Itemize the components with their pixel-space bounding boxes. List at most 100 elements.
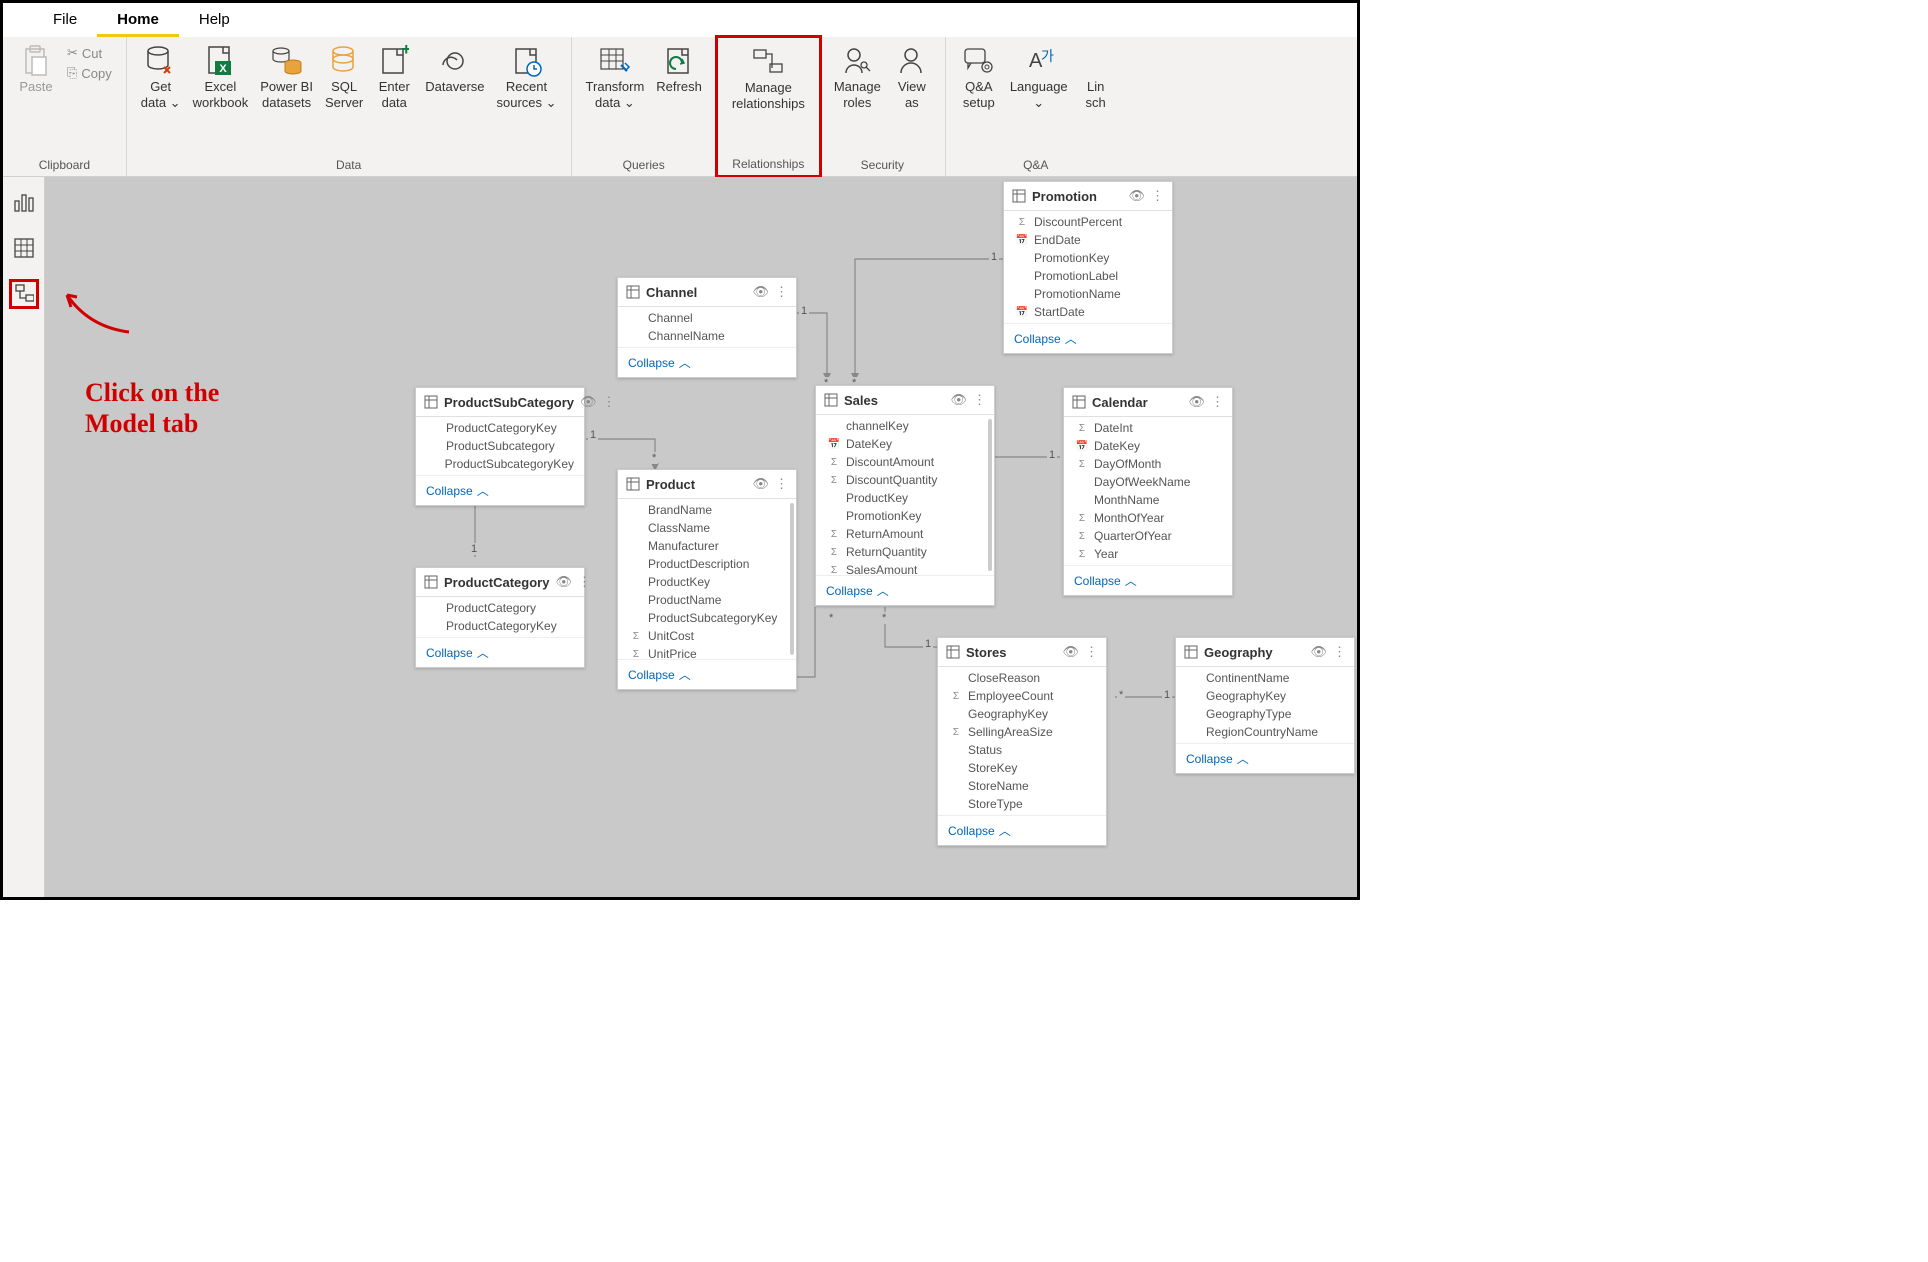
field-row[interactable]: ContinentName [1176, 669, 1354, 687]
view-as-button[interactable]: View as [887, 41, 937, 110]
sql-server-button[interactable]: SQL Server [319, 41, 369, 110]
manage-relationships-button[interactable]: Manage relationships [726, 42, 811, 111]
table-promotion[interactable]: Promotion👁⋮ΣDiscountPercent📅EndDatePromo… [1003, 181, 1173, 354]
cut-button[interactable]: ✂ Cut [67, 45, 112, 61]
visibility-icon[interactable]: 👁 [1062, 644, 1079, 660]
field-row[interactable]: StoreKey [938, 759, 1106, 777]
field-row[interactable]: ClassName [618, 519, 796, 537]
manage-roles-button[interactable]: Manage roles [828, 41, 887, 110]
field-row[interactable]: 📅StartDate [1004, 303, 1172, 321]
field-row[interactable]: ChannelName [618, 327, 796, 345]
more-icon[interactable]: ⋮ [1151, 188, 1164, 204]
qa-setup-button[interactable]: Q&A setup [954, 41, 1004, 110]
more-icon[interactable]: ⋮ [1211, 394, 1224, 410]
visibility-icon[interactable]: 👁 [950, 392, 967, 408]
collapse-button[interactable]: Collapse ︿ [816, 575, 994, 605]
field-row[interactable]: ΣYear [1064, 545, 1232, 563]
table-channel[interactable]: Channel👁⋮ChannelChannelNameCollapse ︿ [617, 277, 797, 378]
model-view-button[interactable] [9, 279, 39, 309]
field-row[interactable]: ProductCategoryKey [416, 617, 584, 635]
field-row[interactable]: StoreType [938, 795, 1106, 813]
more-icon[interactable]: ⋮ [603, 394, 616, 410]
field-row[interactable]: Status [938, 741, 1106, 759]
menu-file[interactable]: File [33, 7, 97, 37]
more-icon[interactable]: ⋮ [775, 476, 788, 492]
field-row[interactable]: GeographyType [1176, 705, 1354, 723]
visibility-icon[interactable]: 👁 [752, 476, 769, 492]
field-row[interactable]: PromotionName [1004, 285, 1172, 303]
visibility-icon[interactable]: 👁 [555, 574, 572, 590]
language-button[interactable]: A가 Language ⌄ [1004, 41, 1074, 110]
field-row[interactable]: ΣSellingAreaSize [938, 723, 1106, 741]
field-row[interactable]: ΣMonthOfYear [1064, 509, 1232, 527]
field-row[interactable]: ΣDateInt [1064, 419, 1232, 437]
field-row[interactable]: ΣDayOfMonth [1064, 455, 1232, 473]
field-row[interactable]: BrandName [618, 501, 796, 519]
more-icon[interactable]: ⋮ [578, 574, 591, 590]
more-icon[interactable]: ⋮ [775, 284, 788, 300]
dataverse-button[interactable]: Dataverse [419, 41, 490, 95]
more-icon[interactable]: ⋮ [973, 392, 986, 408]
collapse-button[interactable]: Collapse ︿ [1064, 565, 1232, 595]
field-row[interactable]: ProductDescription [618, 555, 796, 573]
field-row[interactable]: ProductSubcategoryKey [618, 609, 796, 627]
table-product[interactable]: Product👁⋮BrandNameClassNameManufacturerP… [617, 469, 797, 690]
field-row[interactable]: ΣDiscountPercent [1004, 213, 1172, 231]
field-row[interactable]: ProductKey [816, 489, 994, 507]
model-canvas[interactable]: Click on the Model tab 1 * [45, 177, 1357, 897]
visibility-icon[interactable]: 👁 [1188, 394, 1205, 410]
table-calendar[interactable]: Calendar👁⋮ΣDateInt📅DateKeyΣDayOfMonthDay… [1063, 387, 1233, 596]
field-row[interactable]: channelKey [816, 417, 994, 435]
menu-help[interactable]: Help [179, 7, 250, 37]
table-sales[interactable]: Sales👁⋮channelKey📅DateKeyΣDiscountAmount… [815, 385, 995, 606]
copy-button[interactable]: ⎘ Copy [67, 65, 112, 81]
field-row[interactable]: ProductSubcategory [416, 437, 584, 455]
field-row[interactable]: RegionCountryName [1176, 723, 1354, 741]
excel-button[interactable]: X Excel workbook [187, 41, 255, 110]
collapse-button[interactable]: Collapse ︿ [618, 659, 796, 689]
field-row[interactable]: CloseReason [938, 669, 1106, 687]
menu-home[interactable]: Home [97, 7, 179, 37]
field-row[interactable]: PromotionKey [1004, 249, 1172, 267]
field-row[interactable]: PromotionLabel [1004, 267, 1172, 285]
field-row[interactable]: ΣSalesAmount [816, 561, 994, 575]
visibility-icon[interactable]: 👁 [580, 394, 597, 410]
field-row[interactable]: ProductName [618, 591, 796, 609]
field-row[interactable]: ProductKey [618, 573, 796, 591]
field-row[interactable]: 📅DateKey [1064, 437, 1232, 455]
field-row[interactable]: ΣDiscountQuantity [816, 471, 994, 489]
field-row[interactable]: Manufacturer [618, 537, 796, 555]
field-row[interactable]: ΣReturnQuantity [816, 543, 994, 561]
linguistic-schema-button[interactable]: Lin sch [1074, 41, 1118, 110]
report-view-button[interactable] [9, 187, 39, 217]
table-geography[interactable]: Geography👁⋮ContinentNameGeographyKeyGeog… [1175, 637, 1355, 774]
more-icon[interactable]: ⋮ [1085, 644, 1098, 660]
refresh-button[interactable]: Refresh [650, 41, 708, 95]
pbi-datasets-button[interactable]: Power BI datasets [254, 41, 319, 110]
field-row[interactable]: ΣQuarterOfYear [1064, 527, 1232, 545]
field-row[interactable]: PromotionKey [816, 507, 994, 525]
table-stores[interactable]: Stores👁⋮CloseReasonΣEmployeeCountGeograp… [937, 637, 1107, 846]
collapse-button[interactable]: Collapse ︿ [1176, 743, 1354, 773]
field-row[interactable]: ProductCategoryKey [416, 419, 584, 437]
recent-sources-button[interactable]: Recent sources ⌄ [491, 41, 563, 110]
paste-button[interactable]: Paste [11, 41, 61, 95]
get-data-button[interactable]: Get data ⌄ [135, 41, 187, 110]
more-icon[interactable]: ⋮ [1333, 644, 1346, 660]
field-row[interactable]: Channel [618, 309, 796, 327]
visibility-icon[interactable]: 👁 [752, 284, 769, 300]
collapse-button[interactable]: Collapse ︿ [416, 637, 584, 667]
field-row[interactable]: StoreName [938, 777, 1106, 795]
collapse-button[interactable]: Collapse ︿ [1004, 323, 1172, 353]
visibility-icon[interactable]: 👁 [1310, 644, 1327, 660]
field-row[interactable]: ΣUnitPrice [618, 645, 796, 659]
collapse-button[interactable]: Collapse ︿ [416, 475, 584, 505]
field-row[interactable]: ΣUnitCost [618, 627, 796, 645]
collapse-button[interactable]: Collapse ︿ [618, 347, 796, 377]
data-view-button[interactable] [9, 233, 39, 263]
transform-data-button[interactable]: Transform data ⌄ [580, 41, 651, 110]
field-row[interactable]: DayOfWeekName [1064, 473, 1232, 491]
field-row[interactable]: GeographyKey [1176, 687, 1354, 705]
table-productsubcategory[interactable]: ProductSubCategory👁⋮ProductCategoryKeyPr… [415, 387, 585, 506]
table-productcategory[interactable]: ProductCategory👁⋮ProductCategoryProductC… [415, 567, 585, 668]
